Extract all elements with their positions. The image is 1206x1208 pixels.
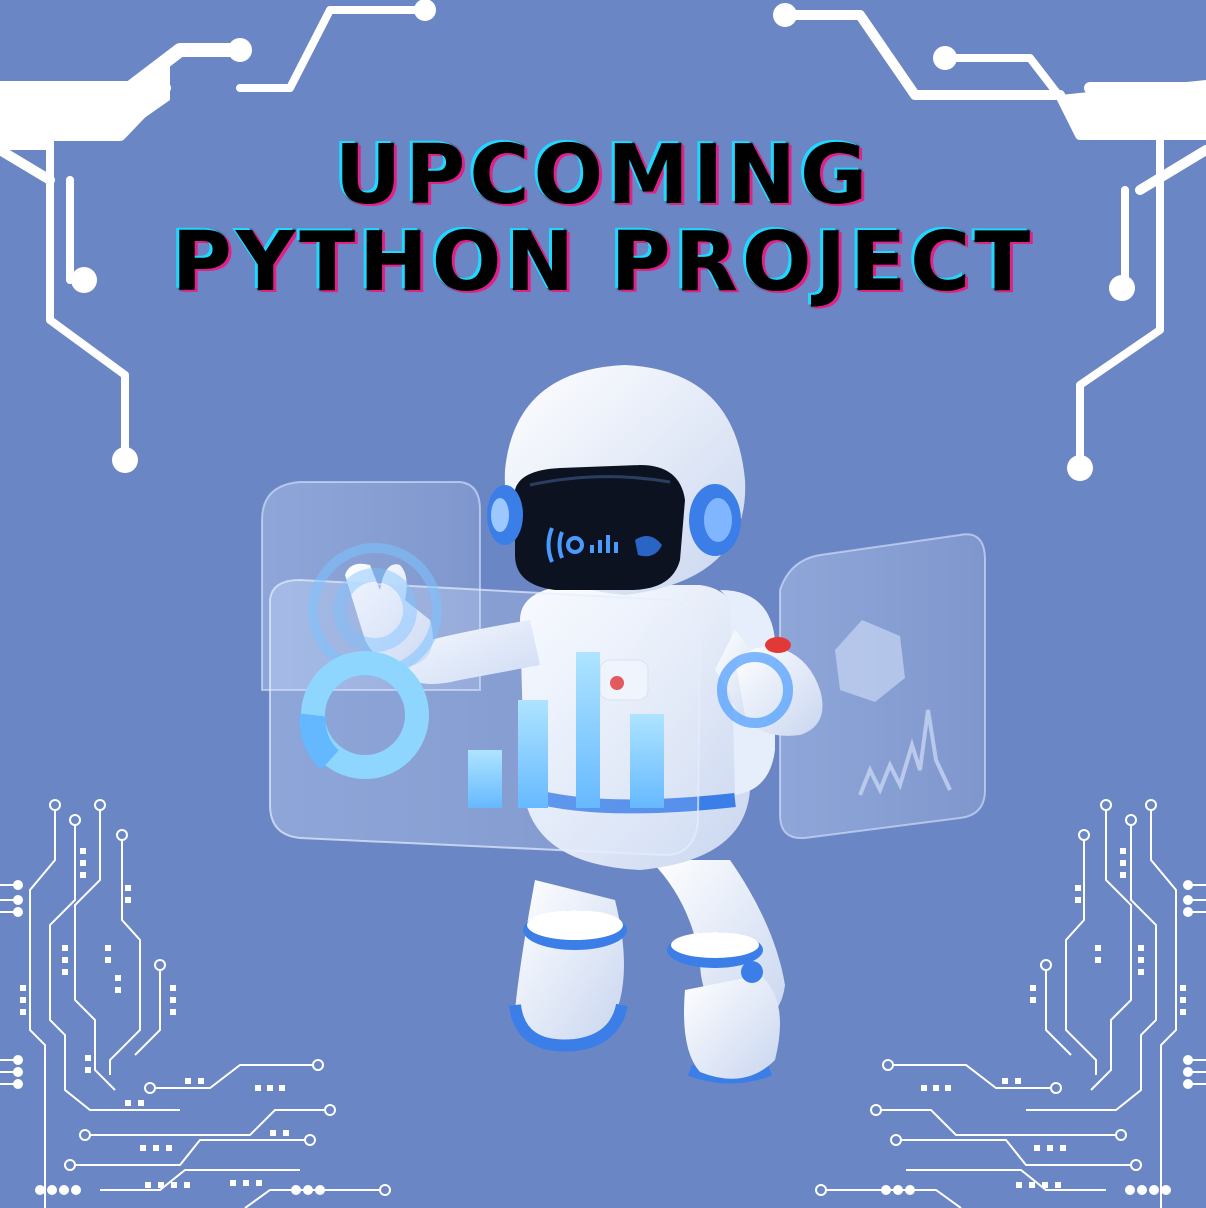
astronaut-helmet [487,365,746,595]
title-line-2: PYTHON PROJECT [171,215,1035,310]
astronaut-legs [509,860,785,1084]
title-line-1: UPCOMING [334,128,872,223]
poster: UPCOMING PYTHON PROJECT [0,0,1206,1208]
